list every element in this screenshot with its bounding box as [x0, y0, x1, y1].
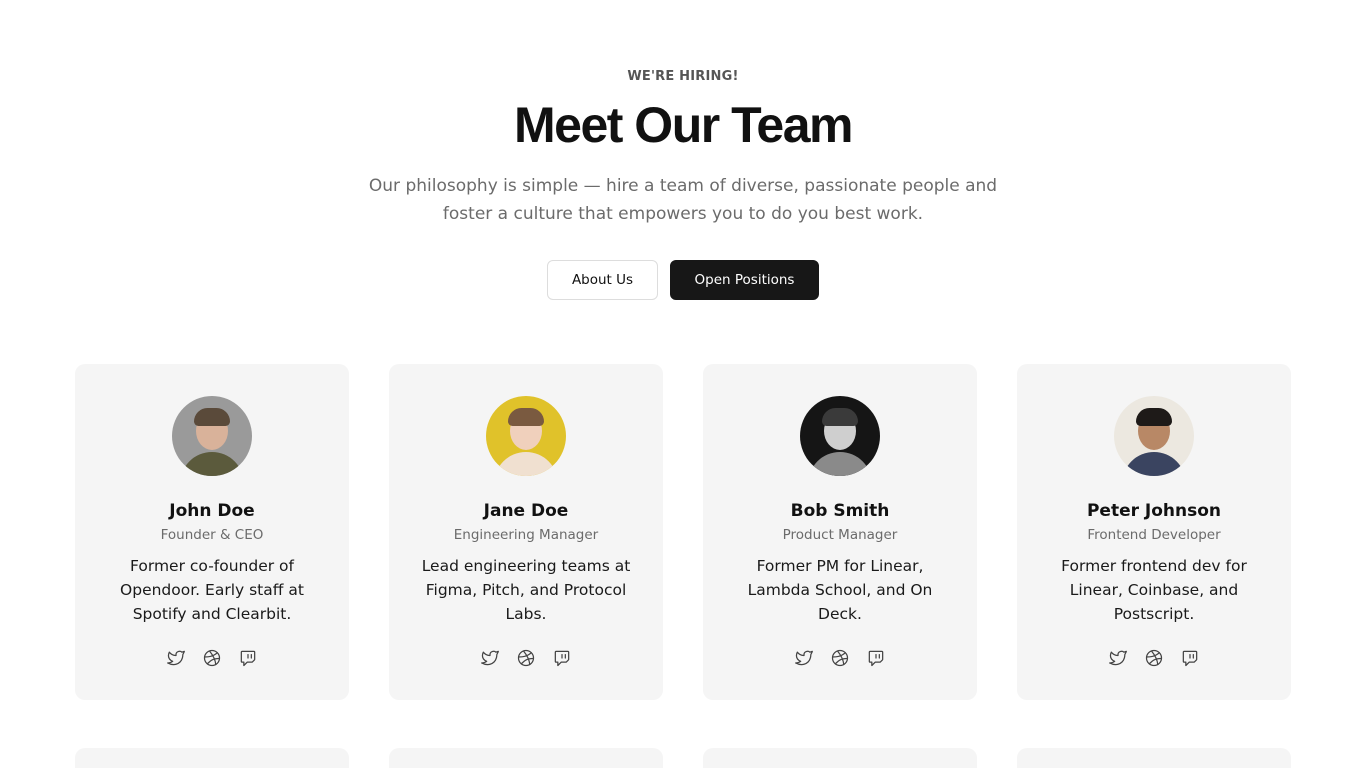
avatar-body [180, 452, 244, 476]
avatar-body [808, 452, 872, 476]
team-card: Jane Doe Engineering Manager Lead engine… [389, 364, 663, 700]
avatar-body [494, 452, 558, 476]
avatar-body [1122, 452, 1186, 476]
dribbble-icon[interactable] [516, 648, 536, 668]
dribbble-icon[interactable] [202, 648, 222, 668]
member-name: Bob Smith [790, 501, 890, 521]
avatar-hair [1136, 408, 1172, 426]
member-role: Product Manager [782, 527, 898, 543]
team-card-partial [75, 748, 349, 768]
dribbble-icon[interactable] [830, 648, 850, 668]
social-links [75, 648, 349, 668]
team-card-partial [389, 748, 663, 768]
member-bio: Former frontend dev for Linear, Coinbase… [1061, 557, 1247, 623]
team-card-partial [1017, 748, 1291, 768]
avatar [172, 396, 252, 476]
team-card: Bob Smith Product Manager Former PM for … [703, 364, 977, 700]
twitter-icon[interactable] [480, 648, 500, 668]
header-actions: About Us Open Positions [0, 260, 1366, 300]
team-card: John Doe Founder & CEO Former co-founder… [75, 364, 349, 700]
team-card-partial [703, 748, 977, 768]
avatar [800, 396, 880, 476]
member-role: Founder & CEO [160, 527, 264, 543]
member-bio: Former co-founder of Opendoor. Early sta… [120, 557, 304, 623]
member-name: Jane Doe [483, 501, 569, 521]
twitter-icon[interactable] [1108, 648, 1128, 668]
member-bio: Lead engineering teams at Figma, Pitch, … [421, 557, 631, 623]
page-title: Meet Our Team [514, 97, 854, 153]
avatar [1114, 396, 1194, 476]
twitch-icon[interactable] [866, 648, 886, 668]
avatar-hair [194, 408, 230, 426]
avatar-hair [508, 408, 544, 426]
twitch-icon[interactable] [552, 648, 572, 668]
social-links [703, 648, 977, 668]
team-card: Peter Johnson Frontend Developer Former … [1017, 364, 1291, 700]
twitch-icon[interactable] [238, 648, 258, 668]
social-links [389, 648, 663, 668]
dribbble-icon[interactable] [1144, 648, 1164, 668]
member-role: Frontend Developer [1087, 527, 1221, 543]
open-positions-button[interactable]: Open Positions [670, 260, 819, 300]
team-grid: John Doe Founder & CEO Former co-founder… [75, 364, 1291, 768]
avatar-hair [822, 408, 858, 426]
member-bio: Former PM for Linear, Lambda School, and… [747, 557, 933, 623]
about-us-button[interactable]: About Us [547, 260, 658, 300]
avatar [486, 396, 566, 476]
team-page: WE'RE HIRING! Meet Our Team Our philosop… [0, 0, 1366, 768]
twitter-icon[interactable] [794, 648, 814, 668]
member-role: Engineering Manager [453, 527, 599, 543]
twitter-icon[interactable] [166, 648, 186, 668]
social-links [1017, 648, 1291, 668]
member-name: John Doe [169, 501, 255, 521]
twitch-icon[interactable] [1180, 648, 1200, 668]
page-subtitle: Our philosophy is simple — hire a team o… [368, 176, 998, 224]
hiring-eyebrow: WE'RE HIRING! [627, 69, 739, 84]
member-name: Peter Johnson [1086, 501, 1222, 521]
